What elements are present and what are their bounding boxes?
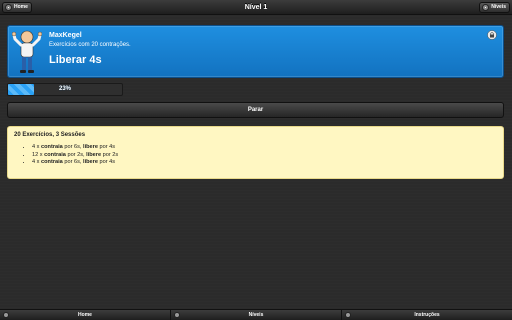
progress-label: 23% (58, 86, 71, 92)
top-bar: Home Nível 1 Níveis (0, 0, 512, 15)
info-icon (345, 312, 351, 318)
levels-button-label: Níveis (491, 4, 506, 10)
exercise-card: MaxKegel Exercícios com 20 contrações. L… (7, 25, 504, 78)
stop-button[interactable]: Parar (7, 102, 504, 118)
tab-levels[interactable]: Níveis (171, 310, 342, 320)
tab-instructions[interactable]: Instruções (342, 310, 512, 320)
home-icon (3, 312, 9, 318)
levels-button[interactable]: Níveis (479, 2, 510, 13)
tab-instructions-label: Instruções (414, 312, 440, 318)
list-item: 4 x contraia por 6s, libere por 4s (32, 159, 118, 167)
exercise-list: 4 x contraia por 6s, libere por 4s 12 x … (32, 144, 118, 167)
tab-levels-label: Níveis (248, 312, 264, 318)
page-title: Nível 1 (244, 4, 268, 11)
progress-bar: 23% (7, 83, 123, 96)
bottom-tab-bar: Home Níveis Instruções (0, 309, 512, 320)
list-item: 4 x contraia por 6s, libere por 4s (32, 144, 118, 152)
levels-icon (482, 4, 490, 11)
mascot-figure-icon (12, 30, 42, 73)
card-name: MaxKegel (49, 32, 82, 39)
tab-home-label: Home (78, 312, 92, 318)
star-icon (174, 312, 180, 318)
list-item: 12 x contraia por 2s, libere por 2s (32, 152, 118, 160)
card-action: Liberar 4s (49, 54, 102, 66)
lock-icon (487, 30, 497, 40)
card-description: Exercícios com 20 contrações. (49, 42, 131, 48)
info-heading: 20 Exercícios, 3 Sessões (14, 132, 86, 138)
tab-home[interactable]: Home (0, 310, 171, 320)
exercise-info-box: 20 Exercícios, 3 Sessões 4 x contraia po… (7, 126, 504, 179)
